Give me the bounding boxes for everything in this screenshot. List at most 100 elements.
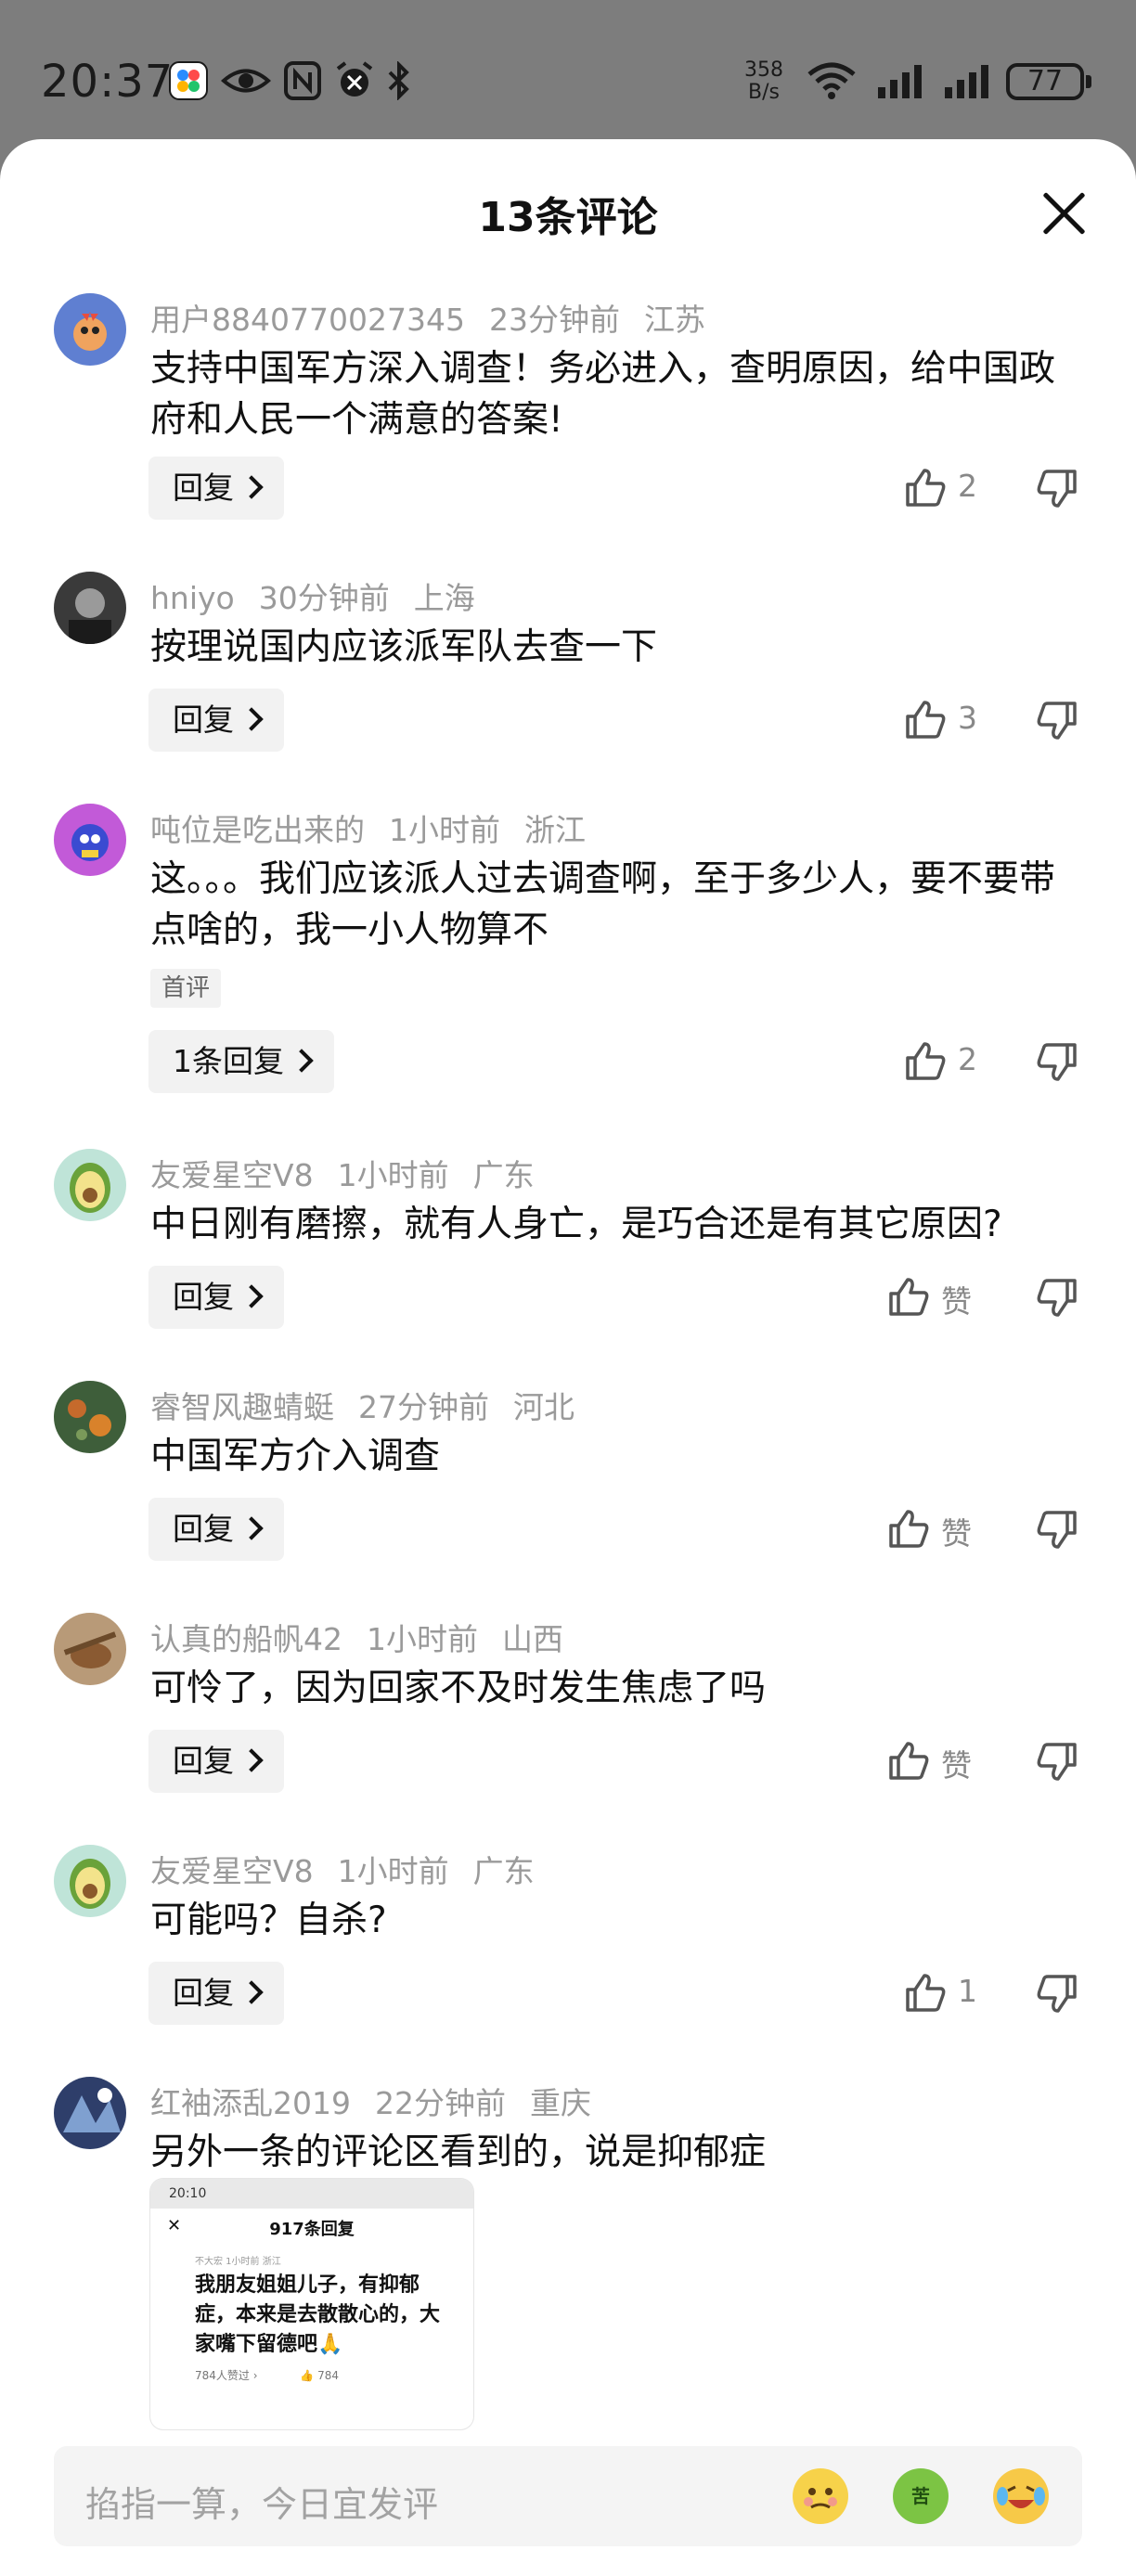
username[interactable]: 友爱星空V8 [150, 1157, 314, 1193]
first-comment-badge: 首评 [150, 969, 222, 1008]
username[interactable]: 用户8840770027345 [150, 302, 465, 338]
dislike-button[interactable] [1036, 457, 1082, 520]
status-time: 20:37 [41, 56, 174, 108]
laughing-crying-emoji-icon[interactable] [993, 2468, 1049, 2524]
like-count: 2 [958, 468, 977, 504]
location: 重庆 [529, 2085, 591, 2121]
comment-input-bar[interactable]: 掐指一算，今日宜发评 苦 [54, 2446, 1082, 2546]
like-count: 3 [958, 700, 977, 736]
reply-button[interactable]: 回复 [148, 1962, 284, 2025]
avatar[interactable] [54, 804, 126, 876]
location: 江苏 [643, 302, 705, 338]
signal-icon-1 [876, 61, 926, 100]
reply-button[interactable]: 回复 [148, 457, 284, 520]
timestamp: 27分钟前 [358, 1389, 489, 1425]
avatar[interactable] [54, 2077, 126, 2149]
like-button[interactable]: 1 [904, 1962, 1015, 2025]
like-count: 1 [958, 1973, 977, 2009]
embedded-title: 917条回复 [269, 2220, 355, 2239]
dislike-button[interactable] [1036, 1962, 1082, 2025]
signal-icon-2 [943, 61, 993, 100]
comment-input-placeholder[interactable]: 掐指一算，今日宜发评 [85, 2476, 438, 2527]
reply-button[interactable]: 回复 [148, 1266, 284, 1329]
location: 上海 [413, 580, 475, 616]
timestamp: 23分钟前 [488, 302, 620, 338]
timestamp: 1小时前 [337, 1157, 449, 1193]
sheet-title: 13条评论 [478, 194, 658, 241]
wifi-icon [806, 61, 858, 100]
nfc-icon [284, 61, 321, 100]
avatar[interactable] [54, 1845, 126, 1917]
app-notification-icon [169, 61, 208, 100]
bitter-emoji-icon[interactable]: 苦 [893, 2468, 949, 2524]
username[interactable]: 吨位是吃出来的 [150, 812, 365, 848]
embedded-status-time: 20:10 [150, 2179, 473, 2209]
comment-text: 可能吗？自杀? [150, 1900, 387, 1941]
dislike-button[interactable] [1036, 1730, 1082, 1793]
comment-meta: 友爱星空V8 1小时前 广东 [150, 1151, 559, 1195]
avatar[interactable] [54, 1149, 126, 1221]
timestamp: 22分钟前 [374, 2085, 506, 2121]
thumb-up-icon [889, 1278, 929, 1316]
avatar[interactable] [54, 572, 126, 644]
like-button[interactable]: 赞 [887, 1730, 999, 1793]
reply-button[interactable]: 回复 [148, 1730, 284, 1793]
thumb-up-icon [889, 1510, 929, 1548]
reply-button[interactable]: 回复 [148, 689, 284, 752]
location: 浙江 [524, 812, 586, 848]
comment-text: 支持中国军方深入调查！务必进入，查明原因，给中国政府和人民一个满意的答案! [150, 348, 1056, 441]
timestamp: 1小时前 [367, 1621, 478, 1657]
dislike-button[interactable] [1036, 689, 1082, 752]
comment-text: 按理说国内应该派军队去查一下 [150, 626, 658, 668]
thumb-down-icon [1037, 702, 1077, 740]
close-button[interactable] [1038, 187, 1090, 239]
avatar[interactable] [54, 1613, 126, 1685]
username[interactable]: hniyo [150, 580, 235, 616]
embedded-user-line: 不大宏 1小时前 浙江 [195, 2257, 281, 2267]
like-button[interactable]: 赞 [887, 1266, 999, 1329]
avatar[interactable] [54, 293, 126, 366]
thumb-up-icon [906, 1974, 946, 2012]
username[interactable]: 睿智风趣蜻蜓 [150, 1389, 334, 1425]
like-button[interactable]: 赞 [887, 1498, 999, 1561]
timestamp: 1小时前 [389, 812, 500, 848]
dislike-button[interactable] [1036, 1266, 1082, 1329]
comment-meta: 认真的船帆42 1小时前 山西 [150, 1615, 587, 1659]
username[interactable]: 红袖添乱2019 [150, 2085, 351, 2121]
comment-meta: 吨位是吃出来的 1小时前 浙江 [150, 805, 610, 850]
alarm-icon [334, 61, 375, 100]
like-button[interactable]: 2 [904, 1030, 1015, 1093]
username[interactable]: 认真的船帆42 [150, 1621, 342, 1657]
comment-text: 中国军方介入调查 [150, 1436, 441, 1477]
comment-meta: 用户8840770027345 23分钟前 江苏 [150, 295, 729, 340]
timestamp: 1小时前 [337, 1853, 449, 1889]
like-button[interactable]: 3 [904, 689, 1015, 752]
thumb-down-icon [1037, 1043, 1077, 1081]
location: 山西 [502, 1621, 563, 1657]
reply-button[interactable]: 回复 [148, 1498, 284, 1561]
avatar[interactable] [54, 1381, 126, 1453]
like-button[interactable]: 2 [904, 457, 1015, 520]
thumb-down-icon [1037, 1975, 1077, 2013]
embedded-footer: 784人赞过 › 👍 784 [195, 2369, 339, 2382]
thumb-down-icon [1037, 1743, 1077, 1781]
thumb-up-icon [906, 1042, 946, 1080]
comment-image[interactable]: 20:10 ✕ 917条回复 不大宏 1小时前 浙江 我朋友姐姐儿子，有抑郁症，… [150, 2179, 473, 2429]
comment-meta: 睿智风趣蜻蜓 27分钟前 河北 [150, 1383, 599, 1427]
dislike-button[interactable] [1036, 1030, 1082, 1093]
thumb-up-icon [906, 701, 946, 739]
like-count: 2 [958, 1041, 977, 1077]
thumb-down-icon [1037, 470, 1077, 508]
comment-meta: hniyo 30分钟前 上海 [150, 573, 499, 618]
location: 广东 [472, 1157, 535, 1193]
thumb-up-icon [889, 1742, 929, 1780]
embedded-close-icon: ✕ [167, 2216, 182, 2235]
dislike-button[interactable] [1036, 1498, 1082, 1561]
like-count: 赞 [941, 1515, 972, 1552]
thinking-emoji-icon[interactable] [793, 2468, 848, 2524]
embedded-text: 我朋友姐姐儿子，有抑郁症，本来是去散散心的，大家嘴下留德吧🙏 [195, 2273, 441, 2356]
view-replies-button[interactable]: 1条回复 [148, 1030, 334, 1093]
comment-meta: 红袖添乱2019 22分钟前 重庆 [150, 2079, 615, 2123]
like-count: 赞 [941, 1747, 972, 1784]
username[interactable]: 友爱星空V8 [150, 1853, 314, 1889]
